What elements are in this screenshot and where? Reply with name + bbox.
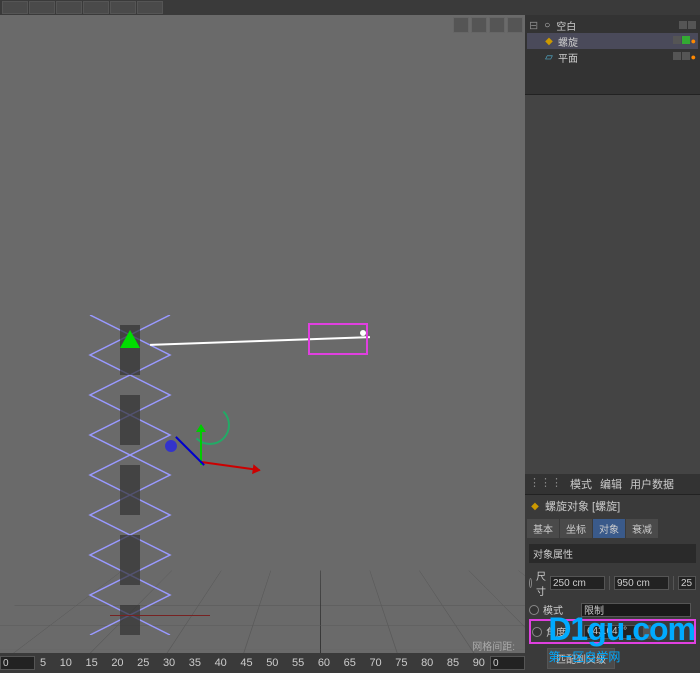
tag-icon[interactable] bbox=[682, 36, 690, 44]
angle-input[interactable] bbox=[584, 625, 639, 639]
spinner-icon[interactable] bbox=[673, 576, 674, 590]
tool-icon[interactable] bbox=[29, 1, 55, 14]
null-icon: ○ bbox=[541, 19, 553, 31]
tab-coord[interactable]: 坐标 bbox=[560, 519, 592, 538]
shadow-axis bbox=[110, 615, 210, 616]
tag-icon[interactable] bbox=[679, 21, 687, 29]
attr-tabs: 基本 坐标 对象 衰减 bbox=[525, 517, 700, 540]
attribute-panel: ⋮⋮⋮ 模式 编辑 用户数据 ◆ 螺旋对象 [螺旋] 基本 坐标 对象 衰减 对… bbox=[525, 474, 700, 673]
tag-icon[interactable] bbox=[688, 21, 696, 29]
spinner-icon[interactable] bbox=[609, 576, 610, 590]
mode-select[interactable] bbox=[581, 603, 691, 617]
tab-basic[interactable]: 基本 bbox=[527, 519, 559, 538]
anim-dot-icon[interactable] bbox=[532, 627, 542, 637]
tool-icon[interactable] bbox=[2, 1, 28, 14]
label-size: 尺寸 bbox=[536, 568, 546, 598]
label-mode: 模式 bbox=[543, 602, 577, 617]
tool-icon[interactable] bbox=[83, 1, 109, 14]
tool-icon[interactable] bbox=[137, 1, 163, 14]
anim-dot-icon[interactable] bbox=[529, 605, 539, 615]
fit-to-parent-button[interactable]: 匹配到父级 bbox=[547, 648, 615, 669]
vp-pan-icon[interactable] bbox=[453, 17, 469, 33]
attr-row-mode: 模式 bbox=[529, 600, 696, 619]
viewport-3d[interactable]: 网格间距: 5 10 15 20 25 30 35 40 45 50 55 60… bbox=[0, 15, 525, 673]
right-panel: ⊟ ○ 空白 ◆ 螺旋 ● ▱ 平面 ● ⋮⋮⋮ 模式 编辑 用户数据 bbox=[525, 15, 700, 673]
menu-mode[interactable]: 模式 bbox=[570, 476, 592, 492]
timeline[interactable]: 5 10 15 20 25 30 35 40 45 50 55 60 65 70… bbox=[0, 653, 525, 673]
highlight-handle bbox=[308, 323, 368, 355]
menu-userdata[interactable]: 用户数据 bbox=[630, 476, 674, 492]
top-toolbar bbox=[0, 0, 700, 15]
helix-object[interactable] bbox=[70, 315, 190, 635]
menu-edit[interactable]: 编辑 bbox=[600, 476, 622, 492]
object-row-plane[interactable]: ▱ 平面 ● bbox=[527, 49, 698, 65]
object-label: 空白 bbox=[556, 18, 676, 33]
attr-object-title: ◆ 螺旋对象 [螺旋] bbox=[525, 495, 700, 517]
attr-menu: ⋮⋮⋮ 模式 编辑 用户数据 bbox=[525, 474, 700, 495]
object-manager[interactable]: ⊟ ○ 空白 ◆ 螺旋 ● ▱ 平面 ● bbox=[525, 15, 700, 95]
timeline-marks[interactable]: 5 10 15 20 25 30 35 40 45 50 55 60 65 70… bbox=[35, 657, 490, 669]
tab-object[interactable]: 对象 bbox=[593, 519, 625, 538]
tag-icon[interactable] bbox=[673, 36, 681, 44]
viewport-controls bbox=[453, 17, 523, 33]
highlight-angle-row: 角度 bbox=[529, 619, 696, 644]
tool-icon[interactable] bbox=[110, 1, 136, 14]
size-y-input[interactable] bbox=[614, 576, 669, 590]
axis-x-icon[interactable] bbox=[200, 461, 260, 471]
spinner-icon[interactable] bbox=[643, 625, 651, 639]
section-title: 对象属性 bbox=[529, 544, 696, 563]
attr-section: 对象属性 尺寸 模式 角度 bbox=[525, 540, 700, 673]
object-row-null[interactable]: ⊟ ○ 空白 bbox=[527, 17, 698, 33]
y-axis-arrow-icon[interactable] bbox=[120, 320, 140, 348]
tab-falloff[interactable]: 衰减 bbox=[626, 519, 658, 538]
viewport-footer-label: 网格间距: bbox=[472, 638, 515, 653]
plane-icon: ▱ bbox=[543, 51, 555, 63]
size-z-input[interactable] bbox=[678, 576, 696, 590]
tag-icon[interactable] bbox=[682, 52, 690, 60]
vp-maximize-icon[interactable] bbox=[507, 17, 523, 33]
object-label: 平面 bbox=[558, 50, 670, 65]
middle-panel bbox=[525, 95, 700, 474]
object-label: 螺旋 bbox=[558, 34, 670, 49]
attr-row-angle: 角度 bbox=[532, 622, 693, 641]
size-x-input[interactable] bbox=[550, 576, 605, 590]
tool-icon[interactable] bbox=[56, 1, 82, 14]
vp-zoom-icon[interactable] bbox=[471, 17, 487, 33]
object-row-twist[interactable]: ◆ 螺旋 ● bbox=[527, 33, 698, 49]
twist-icon: ◆ bbox=[543, 35, 555, 47]
tag-icon[interactable] bbox=[673, 52, 681, 60]
z-axis-handle-icon[interactable] bbox=[165, 440, 177, 452]
attr-row-size: 尺寸 bbox=[529, 566, 696, 600]
label-angle: 角度 bbox=[546, 624, 580, 639]
vp-rotate-icon[interactable] bbox=[489, 17, 505, 33]
timeline-start-input[interactable] bbox=[0, 656, 35, 670]
timeline-end-input[interactable] bbox=[490, 656, 525, 670]
main-area: 网格间距: 5 10 15 20 25 30 35 40 45 50 55 60… bbox=[0, 15, 700, 673]
twist-icon: ◆ bbox=[529, 500, 541, 512]
anim-dot-icon[interactable] bbox=[529, 578, 532, 588]
